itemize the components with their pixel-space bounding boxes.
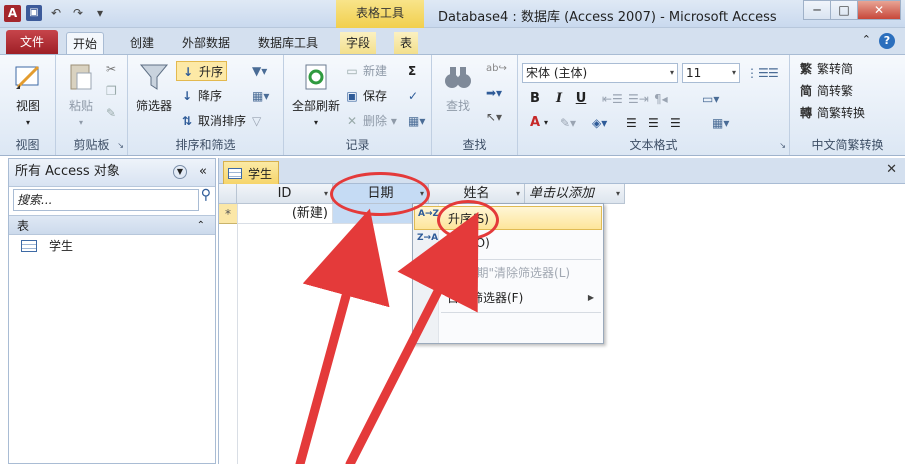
annotation-arrow-left — [295, 208, 390, 464]
annotation-arrows — [295, 208, 479, 464]
annotation-arrow-right — [345, 211, 479, 464]
